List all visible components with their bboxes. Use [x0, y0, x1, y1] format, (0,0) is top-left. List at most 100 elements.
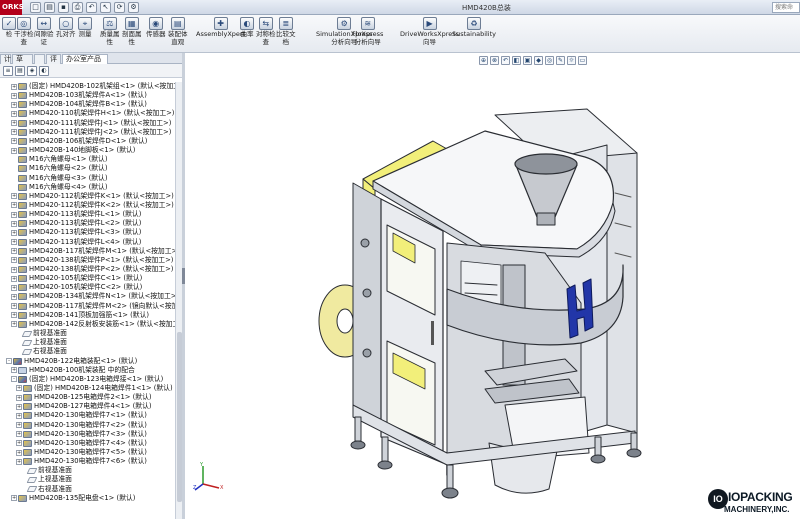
tree-item[interactable]: + HMD420-110机架焊件H<1> (默认<按加工>)	[11, 109, 174, 118]
tree-item[interactable]: 前视基准面	[21, 466, 72, 475]
tree-item[interactable]: + HMD420B-117机架焊件M<1> (默认<按加工>)	[11, 247, 175, 256]
expand-icon[interactable]: +	[11, 92, 17, 99]
expand-icon[interactable]: +	[16, 422, 22, 429]
expand-icon[interactable]: +	[16, 394, 22, 401]
compare-docs-button[interactable]: ≣ 比较文 档	[276, 17, 296, 46]
tree-item[interactable]: + HMD420-111机架焊件J<1> (默认<按加工>)	[11, 119, 171, 128]
tree-item[interactable]: + HMD420B-142反射板安装筋<1> (默认<按加工>)	[11, 320, 175, 329]
expand-icon[interactable]: +	[11, 129, 17, 136]
property-manager-icon[interactable]: ▤	[15, 66, 25, 76]
new-document-icon[interactable]: □	[30, 2, 41, 13]
tree-item[interactable]: 右视基准面	[16, 347, 67, 356]
tree-item[interactable]: - (固定) HMD420B-123电箱焊接<1> (默认)	[11, 375, 163, 384]
measure-button[interactable]: ⌖ 测量	[78, 17, 92, 39]
tab-blank[interactable]	[34, 54, 45, 64]
tree-item[interactable]: + HMD420-138机架焊件P<2> (默认<按加工>)	[11, 265, 173, 274]
tree-item[interactable]: + HMD420B-125电箱焊件2<1> (默认)	[16, 393, 152, 402]
expand-icon[interactable]: +	[11, 266, 17, 273]
curvature-button[interactable]: ◐ 曲率	[240, 17, 254, 39]
app-logo[interactable]: ORKS	[0, 0, 24, 15]
expand-icon[interactable]: +	[11, 495, 17, 502]
expand-icon[interactable]: +	[11, 284, 17, 291]
expand-icon[interactable]: +	[11, 120, 17, 127]
display-manager-icon[interactable]: ◐	[39, 66, 49, 76]
tree-item[interactable]: M16六角螺母<4> (默认)	[11, 183, 107, 192]
expand-icon[interactable]: +	[11, 239, 17, 246]
feature-tree-icon[interactable]: ≡	[3, 66, 13, 76]
print-icon[interactable]: ⎙	[72, 2, 83, 13]
tree-item[interactable]: + HMD420-113机架焊件L<1> (默认)	[11, 210, 141, 219]
tree-item[interactable]: + HMD420-130电箱焊件7<1> (默认)	[16, 411, 147, 420]
tree-item[interactable]: + HMD420-105机架焊件C<2> (默认)	[11, 283, 142, 292]
tree-item[interactable]: + HMD420-113机架焊件L<2> (默认)	[11, 219, 141, 228]
tree-item[interactable]: + HMD420-130电箱焊件7<3> (默认)	[16, 430, 147, 439]
tree-item[interactable]: 前视基准面	[16, 329, 67, 338]
expand-icon[interactable]: +	[11, 275, 17, 282]
tree-item[interactable]: + HMD420-112机架焊件K<2> (默认<按加工>)	[11, 201, 174, 210]
expand-icon[interactable]: +	[11, 303, 17, 310]
tree-item[interactable]: + HMD420B-100机架装配 中的配合	[11, 366, 135, 375]
expand-icon[interactable]: +	[11, 367, 17, 374]
tree-item[interactable]: + HMD420-130电箱焊件7<2> (默认)	[16, 421, 147, 430]
expand-icon[interactable]: +	[16, 431, 22, 438]
driveworksxpress-button[interactable]: ▶ DriveWorksXpress 向导	[400, 17, 459, 46]
clearance-button[interactable]: ↔ 间隙验 证	[34, 17, 54, 46]
expand-icon[interactable]: +	[11, 193, 17, 200]
hole-align-button[interactable]: ○ 孔对齐	[56, 17, 76, 39]
expand-icon[interactable]: +	[11, 138, 17, 145]
tree-scrollbar[interactable]	[175, 82, 182, 519]
tree-item[interactable]: M16六角螺母<2> (默认)	[11, 164, 107, 173]
tree-item[interactable]: + HMD420B-140地脚板<1> (默认)	[11, 146, 135, 155]
search-commands-input[interactable]: 搜索命	[772, 2, 800, 13]
expand-icon[interactable]: +	[16, 440, 22, 447]
expand-icon[interactable]: +	[16, 403, 22, 410]
tree-item[interactable]: + HMD420B-135配电盘<1> (默认)	[11, 494, 135, 503]
save-icon[interactable]: ▪	[58, 2, 69, 13]
interference-button[interactable]: ◎ 干涉检 查	[14, 17, 34, 46]
expand-icon[interactable]: +	[16, 385, 22, 392]
sensor-button[interactable]: ◉ 传感器	[146, 17, 166, 39]
tree-item[interactable]: 上视基准面	[16, 338, 67, 347]
tree-item[interactable]: + (固定) HMD420B-102机架组<1> (默认<按加工>)	[11, 82, 175, 91]
tree-item[interactable]: + HMD420B-106机架焊件D<1> (默认)	[11, 137, 147, 146]
expand-icon[interactable]: +	[16, 449, 22, 456]
undo-icon[interactable]: ↶	[86, 2, 97, 13]
tree-item[interactable]: 上视基准面	[21, 475, 72, 484]
expand-icon[interactable]: +	[16, 458, 22, 465]
expand-icon[interactable]: +	[16, 412, 22, 419]
floxpress-button[interactable]: ≋ FloXpress 分析向导	[352, 17, 383, 46]
tree-item[interactable]: + HMD420B-117机架焊件M<2> (镜向默认<按加工>)	[11, 302, 175, 311]
tree-item[interactable]: + HMD420-112机架焊件K<1> (默认<按加工>)	[11, 192, 174, 201]
options-icon[interactable]: ⚙	[128, 2, 139, 13]
expand-icon[interactable]: +	[11, 83, 17, 90]
expand-icon[interactable]: +	[11, 321, 17, 328]
tree-item[interactable]: 右视基准面	[21, 485, 72, 494]
rebuild-icon[interactable]: ⟳	[114, 2, 125, 13]
symmetry-check-button[interactable]: ⇆ 对称检 查	[256, 17, 276, 46]
expand-icon[interactable]: +	[11, 220, 17, 227]
expand-icon[interactable]: +	[11, 257, 17, 264]
tree-item[interactable]: + HMD420-130电箱焊件7<6> (默认)	[16, 457, 147, 466]
select-icon[interactable]: ↖	[100, 2, 111, 13]
tree-item[interactable]: - HMD420B-122电箱装配<1> (默认)	[6, 357, 137, 366]
expand-icon[interactable]: +	[11, 211, 17, 218]
expand-icon[interactable]: +	[11, 110, 17, 117]
expand-icon[interactable]: +	[11, 147, 17, 154]
expand-icon[interactable]: +	[11, 312, 17, 319]
assemblyxpert-button[interactable]: ✚ AssemblyXpert	[196, 17, 245, 39]
section-props-button[interactable]: ▦ 剖面属 性	[122, 17, 142, 46]
expand-icon[interactable]: +	[11, 248, 17, 255]
mass-props-button[interactable]: ⚖ 质量属 性	[100, 17, 120, 46]
tree-item[interactable]: + HMD420B-127电箱焊件4<1> (默认)	[16, 402, 152, 411]
tree-item[interactable]: M16六角螺母<1> (默认)	[11, 155, 107, 164]
collapse-icon[interactable]: -	[11, 376, 17, 383]
tree-item[interactable]: M16六角螺母<3> (默认)	[11, 174, 107, 183]
expand-icon[interactable]: +	[11, 229, 17, 236]
tab-evaluate[interactable]: 评估	[46, 54, 61, 72]
collapse-icon[interactable]: -	[6, 358, 12, 364]
tree-item[interactable]: + HMD420-130电箱焊件7<5> (默认)	[16, 448, 147, 457]
tree-item[interactable]: + HMD420B-104机架焊件B<1> (默认)	[11, 100, 147, 109]
tree-item[interactable]: + HMD420-113机架焊件L<3> (默认)	[11, 228, 141, 237]
tree-item[interactable]: + HMD420B-134机架焊件N<1> (默认<按加工>)	[11, 292, 175, 301]
expand-icon[interactable]: +	[11, 202, 17, 209]
